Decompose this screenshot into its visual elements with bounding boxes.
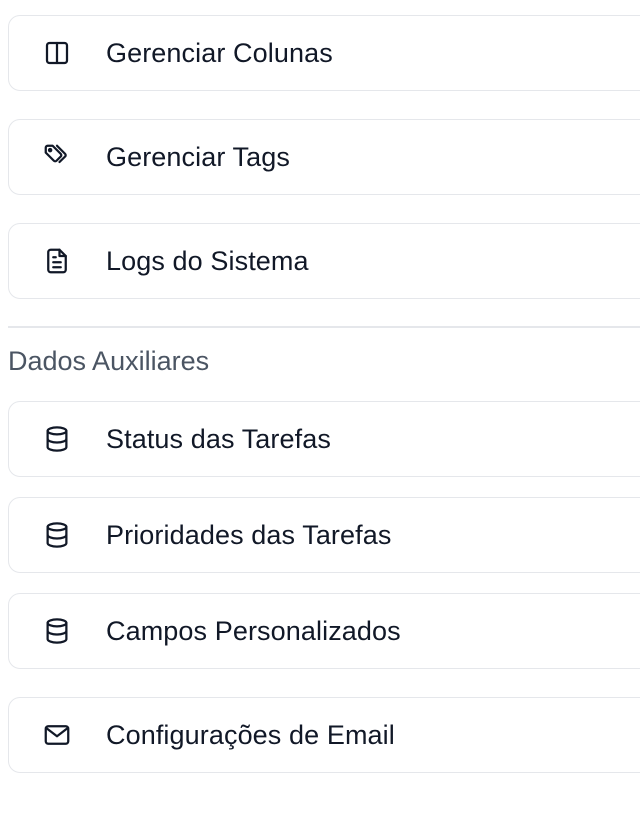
menu-item-label: Gerenciar Tags [106,141,290,172]
columns-icon [42,38,72,68]
file-text-icon [42,246,72,276]
database-icon [42,616,72,646]
tags-icon [42,142,72,172]
section-title-dados-auxiliares: Dados Auxiliares [8,346,210,376]
menu-item-label: Campos Personalizados [106,615,401,646]
menu-item-prioridades-das-tarefas[interactable]: Prioridades das Tarefas [8,497,640,573]
database-icon [42,424,72,454]
mail-icon [42,720,72,750]
menu-item-label: Gerenciar Colunas [106,37,333,68]
menu-item-gerenciar-tags[interactable]: Gerenciar Tags [8,119,640,195]
menu-item-label: Configurações de Email [106,719,395,750]
menu-item-status-das-tarefas[interactable]: Status das Tarefas [8,401,640,477]
database-icon [42,520,72,550]
menu-item-label: Prioridades das Tarefas [106,519,392,550]
menu-item-configuracoes-de-email[interactable]: Configurações de Email [8,697,640,773]
menu-item-logs-do-sistema[interactable]: Logs do Sistema [8,223,640,299]
section-divider [8,326,640,328]
menu-item-gerenciar-colunas[interactable]: Gerenciar Colunas [8,15,640,91]
settings-menu: Gerenciar Colunas Gerenciar Tags Logs do… [0,0,640,822]
menu-item-campos-personalizados[interactable]: Campos Personalizados [8,593,640,669]
menu-item-label: Status das Tarefas [106,423,331,454]
menu-item-label: Logs do Sistema [106,245,309,276]
